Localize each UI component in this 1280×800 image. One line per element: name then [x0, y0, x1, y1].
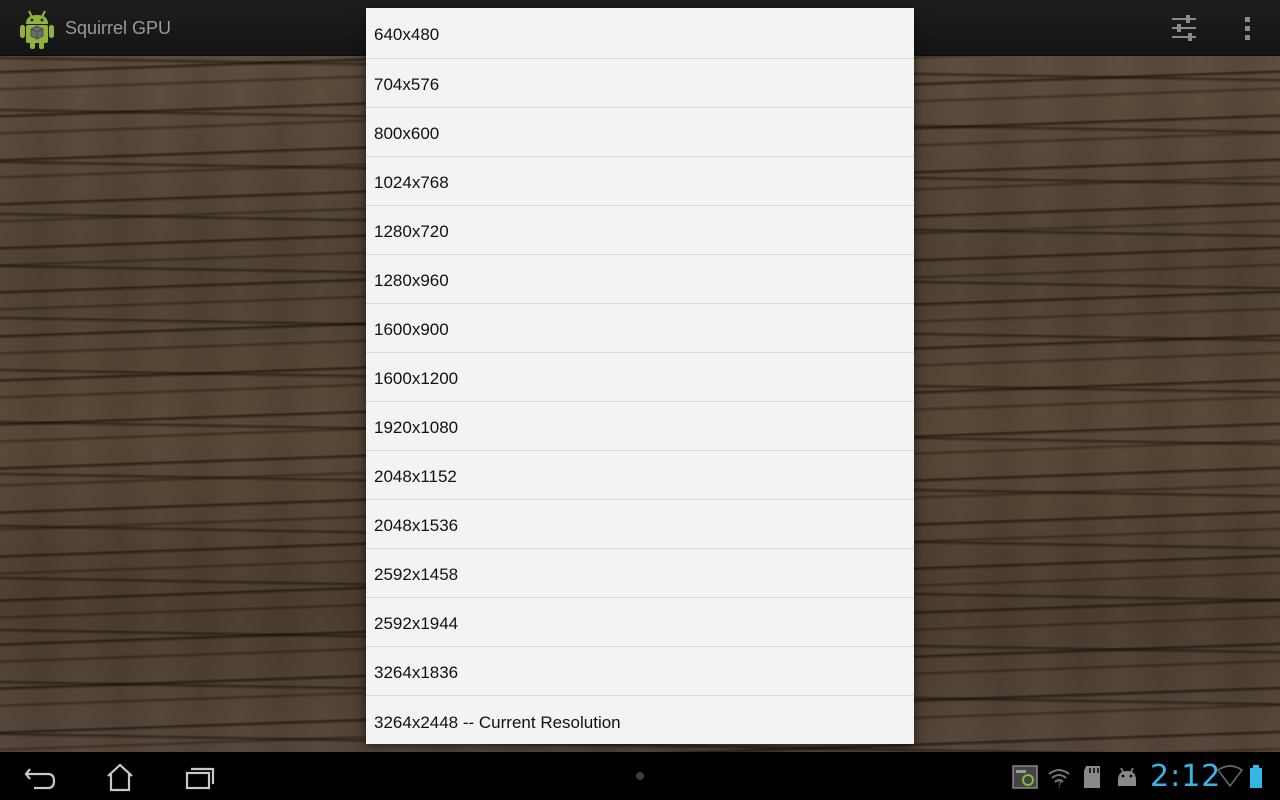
resolution-option-704x576[interactable]: 704x576	[366, 59, 914, 108]
resolution-option-3264x1836[interactable]: 3264x1836	[366, 647, 914, 696]
wifi-notification-icon[interactable]: ?	[1046, 764, 1072, 790]
overflow-menu-icon[interactable]	[1232, 8, 1264, 48]
resolution-list: 640x480 704x576 800x600 1024x768 1280x72…	[366, 8, 914, 744]
resolution-option-2592x1944[interactable]: 2592x1944	[366, 598, 914, 647]
svg-text:?: ?	[1057, 781, 1062, 790]
resolution-option-800x600[interactable]: 800x600	[366, 108, 914, 157]
android-debug-icon[interactable]	[1113, 764, 1141, 790]
resolution-option-1280x960[interactable]: 1280x960	[366, 255, 914, 304]
screenshot-notification-icon[interactable]	[1011, 764, 1039, 790]
system-bar: ? 2:12	[0, 752, 1280, 800]
resolution-option-2048x1152[interactable]: 2048x1152	[366, 451, 914, 500]
resolution-option-1920x1080[interactable]: 1920x1080	[366, 402, 914, 451]
resolution-option-640x480[interactable]: 640x480	[366, 8, 914, 59]
resolution-option-2592x1458[interactable]: 2592x1458	[366, 549, 914, 598]
resolution-option-1600x900[interactable]: 1600x900	[366, 304, 914, 353]
battery-icon[interactable]	[1248, 764, 1264, 790]
home-icon[interactable]	[92, 756, 148, 796]
resolution-option-2048x1536[interactable]: 2048x1536	[366, 500, 914, 549]
resolution-option-1600x1200[interactable]: 1600x1200	[366, 353, 914, 402]
sliders-icon[interactable]	[1164, 8, 1204, 48]
recent-apps-icon[interactable]	[172, 756, 228, 796]
sd-card-icon[interactable]	[1081, 764, 1105, 790]
android-robot-icon	[20, 10, 54, 49]
navigation-dot	[636, 772, 644, 780]
wifi-signal-icon[interactable]	[1216, 764, 1244, 790]
resolution-option-3264x2448-current[interactable]: 3264x2448 -- Current Resolution	[366, 696, 914, 745]
resolution-option-1024x768[interactable]: 1024x768	[366, 157, 914, 206]
resolution-option-1280x720[interactable]: 1280x720	[366, 206, 914, 255]
back-icon[interactable]	[12, 756, 68, 796]
app-title: Squirrel GPU	[65, 18, 172, 38]
clock[interactable]: 2:12	[1150, 760, 1221, 794]
